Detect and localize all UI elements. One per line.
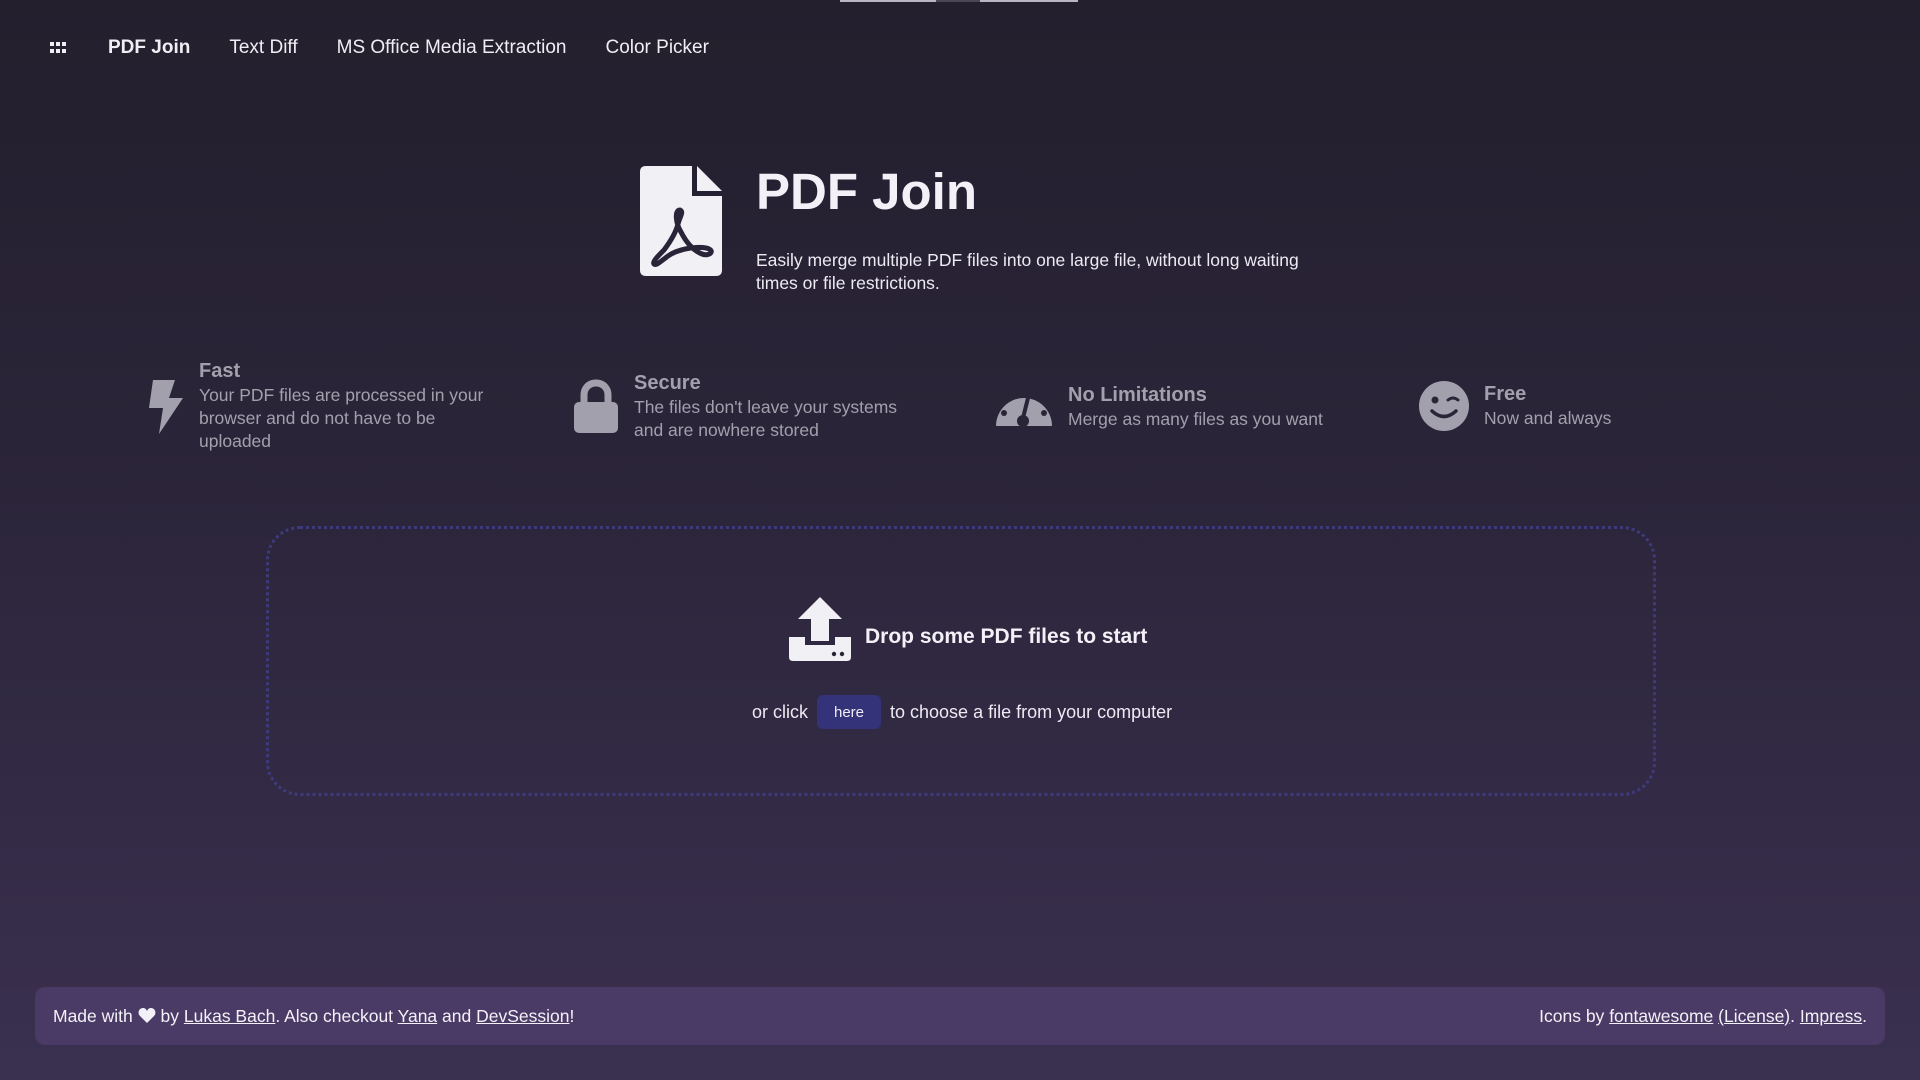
footer: Made with by Lukas Bach. Also checkout Y… bbox=[35, 987, 1885, 1045]
nav-item-color-picker[interactable]: Color Picker bbox=[605, 37, 708, 59]
footer-made-with: Made with bbox=[53, 1005, 133, 1026]
feature-title: Secure bbox=[634, 372, 701, 394]
grid-icon[interactable] bbox=[50, 42, 66, 54]
footer-by: by bbox=[160, 1005, 179, 1026]
lock-icon bbox=[574, 379, 618, 433]
nav-item-text-diff[interactable]: Text Diff bbox=[229, 37, 297, 59]
hero: PDF Join Easily merge multiple PDF files… bbox=[640, 164, 1316, 295]
feature-title: No Limitations bbox=[1068, 383, 1207, 406]
page-title: PDF Join bbox=[756, 163, 978, 220]
top-indicator-segment bbox=[936, 0, 980, 2]
dropzone-pre-text: or click bbox=[752, 701, 809, 722]
file-pdf-icon bbox=[640, 166, 722, 276]
dropzone-header: Drop some PDF files to start bbox=[789, 597, 1147, 661]
bolt-icon bbox=[149, 379, 183, 434]
choose-file-button[interactable]: here bbox=[817, 695, 882, 729]
author-link[interactable]: Lukas Bach bbox=[184, 1006, 275, 1026]
feature-fast: Fast Your PDF files are processed in you… bbox=[147, 360, 499, 453]
nav-item-pdf-join[interactable]: PDF Join bbox=[108, 37, 190, 59]
fontawesome-link[interactable]: fontawesome bbox=[1609, 1006, 1713, 1026]
gauge-icon bbox=[996, 390, 1052, 427]
wink-smile-icon bbox=[1419, 381, 1469, 431]
top-indicator-segment bbox=[980, 0, 1078, 2]
top-indicator bbox=[840, 0, 1078, 2]
feature-free: Free Now and always bbox=[1418, 380, 1611, 432]
footer-exclaim: ! bbox=[569, 1005, 575, 1026]
pdf-dropzone[interactable]: Drop some PDF files to start or click he… bbox=[266, 526, 1656, 796]
heart-icon bbox=[138, 1007, 156, 1023]
feature-text: Merge as many files as you want bbox=[1068, 408, 1323, 429]
feature-text: The files don't leave your systems and a… bbox=[634, 397, 898, 440]
feature-text: Your PDF files are processed in your bro… bbox=[199, 385, 484, 451]
impress-link[interactable]: Impress bbox=[1800, 1006, 1862, 1026]
dropzone-instructions: or click here to choose a file from your… bbox=[752, 695, 1172, 729]
footer-dot: . bbox=[1790, 1005, 1796, 1026]
feature-title: Free bbox=[1484, 382, 1527, 405]
top-nav: PDF Join Text Diff MS Office Media Extra… bbox=[50, 28, 709, 68]
page-description: Easily merge multiple PDF files into one… bbox=[756, 250, 1299, 293]
footer-and-text: and bbox=[442, 1005, 472, 1026]
dropzone-post-text: to choose a file from your computer bbox=[890, 701, 1173, 722]
dropzone-title: Drop some PDF files to start bbox=[865, 625, 1148, 648]
devsession-link[interactable]: DevSession bbox=[476, 1006, 569, 1026]
feature-text: Now and always bbox=[1484, 407, 1612, 428]
feature-title: Fast bbox=[199, 360, 241, 382]
top-indicator-segment bbox=[840, 0, 936, 2]
license-link[interactable]: (License) bbox=[1718, 1006, 1790, 1026]
footer-icons-by: Icons by bbox=[1539, 1005, 1605, 1026]
footer-also-text: . Also checkout bbox=[275, 1005, 394, 1026]
yana-link[interactable]: Yana bbox=[398, 1006, 438, 1026]
footer-dot: . bbox=[1862, 1005, 1867, 1026]
nav-item-ms-office-media-extraction[interactable]: MS Office Media Extraction bbox=[337, 37, 567, 59]
upload-icon bbox=[789, 597, 851, 661]
footer-attribution: Icons by fontawesome (License). Impress. bbox=[1539, 1006, 1867, 1027]
feature-secure: Secure The files don't leave your system… bbox=[572, 372, 924, 442]
feature-no-limitations: No Limitations Merge as many files as yo… bbox=[994, 382, 1323, 432]
footer-credits: Made with by Lukas Bach. Also checkout Y… bbox=[53, 1006, 574, 1027]
